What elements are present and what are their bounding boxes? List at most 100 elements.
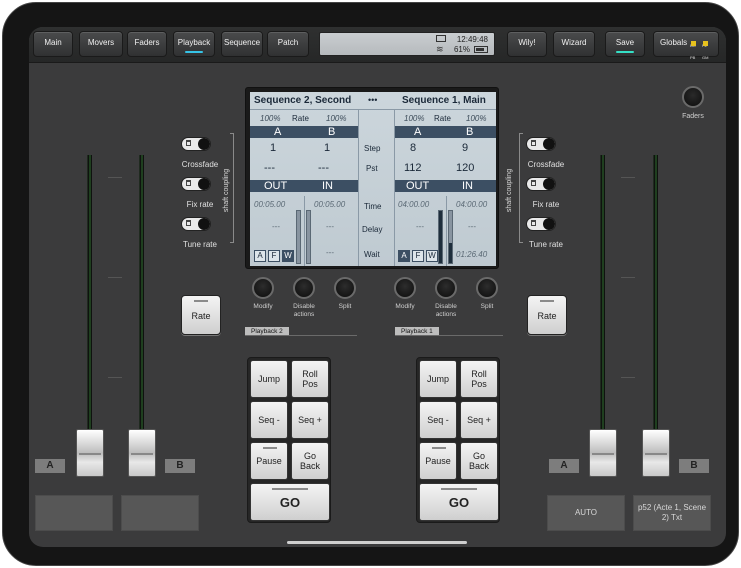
right-roll-pos-button[interactable]: Roll Pos [460,360,498,398]
right-jump-button[interactable]: Jump [419,360,457,398]
left-fader-b-slot[interactable] [121,495,199,531]
right-seq-minus-label: Seq - [427,415,449,425]
right-jump-label: Jump [426,374,449,384]
lock-icon [531,180,536,186]
right-fader-a-label: A [549,459,579,473]
left-go-button[interactable]: GO [250,483,330,521]
monitor-icon [436,35,446,42]
faders-knob[interactable] [682,86,704,108]
right-rate-b: 100% [466,114,487,123]
wizard-button[interactable]: Wizard [553,31,595,57]
right-fader-b-slot[interactable]: p52 (Acte 1, Scene 2) Txt [633,495,711,531]
left-go-label: GO [279,495,301,510]
right-seq-plus-button[interactable]: Seq + [460,401,498,439]
left-out-time: 00:05.00 [254,200,286,209]
left-tunerate-toggle[interactable] [181,217,211,231]
save-button[interactable]: Save [605,31,645,57]
right-flag-f: F [412,250,424,262]
right-pause-button[interactable]: Pause [419,442,457,480]
lock-icon [186,180,191,186]
wait-label: Wait [364,250,380,259]
fader-tick [621,277,635,278]
left-roll-pos-button[interactable]: Roll Pos [291,360,329,398]
tab-patch-label: Patch [277,38,299,47]
right-fader-b-handle[interactable] [642,429,670,477]
fader-tick [621,377,635,378]
left-fader-a-handle[interactable] [76,429,104,477]
left-rate-b: 100% [326,114,347,123]
left-crossfade-toggle[interactable] [181,137,211,151]
left-coupling-bracket [230,133,234,243]
wily-button[interactable]: Wily! [507,31,547,57]
right-playback-pad: Jump Roll Pos Seq - Seq + Pause Go Back … [416,357,500,523]
left-pause-button[interactable]: Pause [250,442,288,480]
right-fader-a-handle[interactable] [589,429,617,477]
right-pst-a: 112 [404,162,422,174]
left-fader-b-handle[interactable] [128,429,156,477]
fader-tick [108,377,122,378]
left-playback-line [245,335,357,336]
tab-main[interactable]: Main [33,31,73,57]
right-split-label: Split [480,303,494,310]
save-indicator [616,51,634,53]
tablet-frame: Main Movers Faders Playback Sequence Pat… [2,2,739,566]
right-rate-button[interactable]: Rate [527,295,567,335]
right-split-knob[interactable] [476,277,498,299]
save-label: Save [615,38,635,47]
left-modify-knob[interactable] [252,277,274,299]
left-sequence-title: Sequence 2, Second [254,95,352,106]
left-fader-a-slot[interactable] [35,495,113,531]
right-tunerate-toggle[interactable] [526,217,556,231]
lock-icon [186,220,191,226]
right-out-time: 04:00.00 [398,200,430,209]
right-shaft-coupling-label: shaft coupling [506,168,514,213]
right-modify-knob[interactable] [394,277,416,299]
left-disable-actions-knob[interactable] [293,277,315,299]
right-seq-minus-button[interactable]: Seq - [419,401,457,439]
tab-patch[interactable]: Patch [267,31,309,57]
left-split-knob[interactable] [334,277,356,299]
left-in-time: 00:05.00 [314,200,346,209]
globals-button[interactable]: Globals BO FZ PB GM [653,31,719,60]
right-seq-plus-label: Seq + [467,415,491,425]
left-pst-b: --- [318,162,329,174]
tab-faders[interactable]: Faders [127,31,167,57]
right-disable-actions-knob[interactable] [435,277,457,299]
right-go-button[interactable]: GO [419,483,499,521]
left-flag-f: F [268,250,280,262]
page-dots: ••• [368,95,378,105]
right-flag-w: W [426,250,438,262]
right-crossfade-toggle[interactable] [526,137,556,151]
right-fader-a-slot[interactable]: AUTO [547,495,625,531]
left-seq-minus-label: Seq - [258,415,280,425]
left-fixrate-toggle[interactable] [181,177,211,191]
left-rate-label: Rate [292,114,309,123]
left-out-delay: --- [272,222,280,231]
right-fixrate-toggle[interactable] [526,177,556,191]
left-go-back-button[interactable]: Go Back [291,442,329,480]
left-fader-b-label: B [165,459,195,473]
left-tunerate-label: Tune rate [183,240,217,249]
right-in-delay: --- [468,222,476,231]
home-indicator[interactable] [287,541,467,544]
lock-icon [186,140,191,146]
left-seq-plus-button[interactable]: Seq + [291,401,329,439]
left-disable-actions-label: Disable actions [293,303,315,318]
left-rate-a: 100% [260,114,281,123]
delay-label: Delay [362,225,383,234]
tab-sequence[interactable]: Sequence [221,31,263,57]
right-go-back-button[interactable]: Go Back [460,442,498,480]
right-go-back-label: Go Back [468,451,489,471]
left-out-in-header: OUT IN [250,180,358,192]
left-in-wait: --- [326,248,334,257]
tab-main-label: Main [44,38,62,47]
left-seq-minus-button[interactable]: Seq - [250,401,288,439]
right-rate-a: 100% [404,114,425,123]
tab-playback[interactable]: Playback [173,31,215,57]
fader-tick [108,177,122,178]
indicator-pb-label: PB [690,55,696,60]
left-jump-button[interactable]: Jump [250,360,288,398]
left-playback-pad: Jump Roll Pos Seq - Seq + Pause Go Back … [247,357,331,523]
tab-movers[interactable]: Movers [79,31,123,57]
left-rate-button[interactable]: Rate [181,295,221,335]
